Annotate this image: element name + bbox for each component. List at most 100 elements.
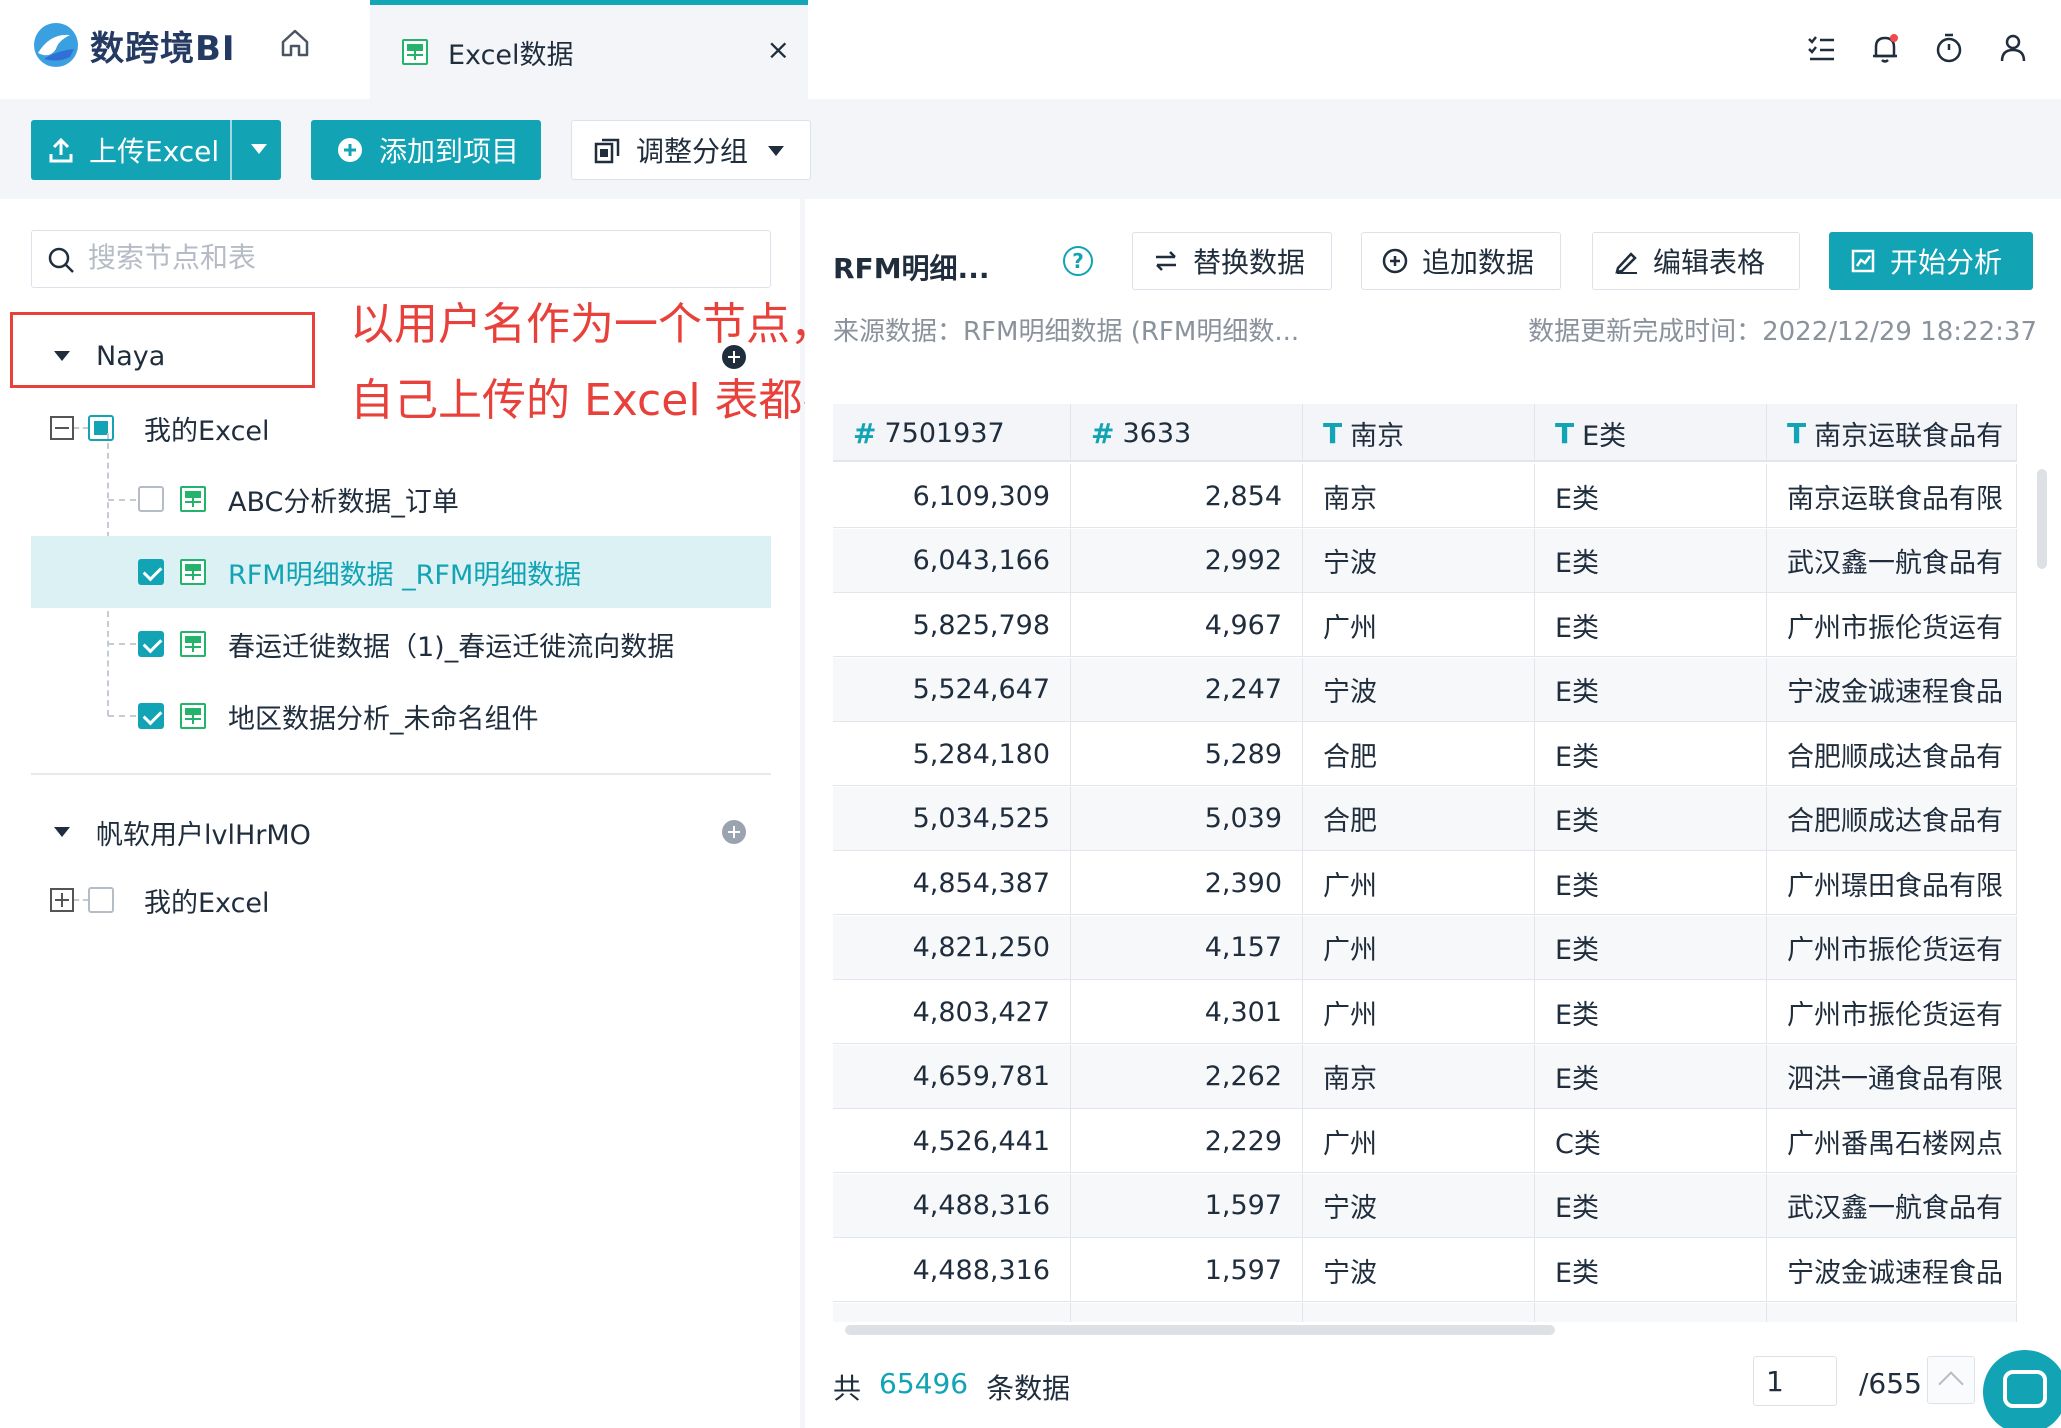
upload-icon bbox=[49, 137, 73, 163]
group-icon bbox=[594, 138, 620, 164]
upload-excel-button[interactable]: 上传Excel bbox=[31, 120, 281, 180]
search-box[interactable] bbox=[31, 230, 771, 288]
item-checkbox[interactable] bbox=[138, 559, 164, 585]
column-header[interactable]: T 南京 bbox=[1303, 404, 1535, 462]
page-up-button[interactable] bbox=[1927, 1356, 1975, 1404]
collapse-icon[interactable] bbox=[50, 416, 74, 440]
table-row[interactable]: 4,487,9933,330宁波E类宁波金诚速程食品 bbox=[833, 1302, 2017, 1322]
help-icon[interactable]: ? bbox=[1063, 246, 1093, 276]
text-type-icon: T bbox=[1555, 416, 1575, 450]
app-logo[interactable]: 数跨境BI bbox=[30, 16, 240, 74]
edit-table-button[interactable]: 编辑表格 bbox=[1592, 232, 1800, 290]
tree-item-spring[interactable]: 春运迁徙数据（1)_春运迁徙流向数据 bbox=[138, 609, 674, 679]
column-header[interactable]: #7501937 bbox=[833, 404, 1071, 462]
tree-item-abc[interactable]: ABC分析数据_订单 bbox=[138, 464, 459, 534]
add-node-icon[interactable] bbox=[722, 820, 746, 844]
table-cell: E类 bbox=[1535, 1238, 1767, 1302]
folder-checkbox[interactable] bbox=[88, 415, 114, 441]
tree-connector bbox=[108, 499, 136, 501]
count-value: 65496 bbox=[879, 1367, 969, 1400]
vertical-scrollbar[interactable] bbox=[2037, 469, 2047, 569]
item-label: 地区数据分析_未命名组件 bbox=[228, 703, 539, 735]
tab-excel-data[interactable]: Excel数据 × bbox=[370, 0, 808, 99]
table-row[interactable]: 6,109,309 2,854 南京 E类 南京运联食品有限 bbox=[833, 464, 2017, 528]
table-row[interactable]: 5,524,647 2,247 宁波 E类 宁波金诚速程食品 bbox=[833, 657, 2017, 722]
table-row[interactable]: 4,488,316 1,597 宁波 E类 武汉鑫一航食品有 bbox=[833, 1173, 2017, 1238]
column-label: 南京运联食品有 bbox=[1814, 420, 2004, 452]
table-cell: E类 bbox=[1535, 528, 1767, 593]
detail-panel: RFM明细... ? 替换数据 追加数据 编辑表格 开始分析 来源数据：RFM明… bbox=[805, 199, 2061, 1428]
table-cell: 4,488,316 bbox=[833, 1173, 1071, 1238]
table-row[interactable]: 4,821,250 4,157 广州 E类 广州市振伦货运有 bbox=[833, 915, 2017, 980]
tree-item-region[interactable]: 地区数据分析_未命名组件 bbox=[138, 681, 539, 751]
start-analysis-button[interactable]: 开始分析 bbox=[1829, 232, 2033, 290]
spreadsheet-icon bbox=[180, 559, 206, 585]
task-list-icon[interactable] bbox=[1803, 30, 1839, 66]
table-cell: 2,229 bbox=[1071, 1109, 1303, 1173]
tree-node-user2[interactable]: 帆软用户lvlHrMO bbox=[54, 797, 311, 867]
replace-data-button[interactable]: 替换数据 bbox=[1132, 232, 1332, 290]
item-checkbox[interactable] bbox=[138, 486, 164, 512]
tree-folder-my-excel[interactable]: 我的Excel bbox=[50, 393, 270, 463]
tree-item-rfm[interactable]: RFM明细数据 _RFM明细数据 bbox=[138, 537, 581, 607]
annotation-box bbox=[10, 312, 315, 388]
item-checkbox[interactable] bbox=[138, 703, 164, 729]
table-row[interactable]: 5,825,798 4,967 广州 E类 广州市振伦货运有 bbox=[833, 593, 2017, 657]
tree-folder-my-excel-2[interactable]: 我的Excel bbox=[50, 865, 270, 935]
table-cell: 广州 bbox=[1303, 593, 1535, 657]
column-label: E类 bbox=[1582, 420, 1627, 452]
folder-name: 我的Excel bbox=[144, 887, 270, 919]
item-checkbox[interactable] bbox=[138, 631, 164, 657]
table-cell: 广州番禺石楼网点 bbox=[1767, 1109, 2017, 1173]
user-icon[interactable] bbox=[1995, 30, 2031, 66]
horizontal-scrollbar[interactable] bbox=[845, 1325, 1555, 1335]
close-icon[interactable]: × bbox=[767, 33, 790, 66]
swap-icon bbox=[1156, 251, 1176, 271]
column-header[interactable]: T 南京运联食品有 bbox=[1767, 404, 2017, 462]
add-to-project-button[interactable]: 添加到项目 bbox=[311, 120, 541, 180]
table-cell: E类 bbox=[1535, 786, 1767, 851]
table-row[interactable]: 5,034,525 5,039 合肥 E类 合肥顺成达食品有 bbox=[833, 786, 2017, 851]
table-cell: 南京运联食品有限 bbox=[1767, 464, 2017, 528]
edit-icon bbox=[1615, 252, 1637, 274]
chat-support-button[interactable] bbox=[1983, 1350, 2061, 1428]
expand-icon[interactable] bbox=[50, 888, 74, 912]
bell-icon[interactable] bbox=[1867, 30, 1903, 66]
number-type-icon: # bbox=[853, 416, 877, 450]
column-header[interactable]: #3633 bbox=[1071, 404, 1303, 462]
folder-checkbox[interactable] bbox=[88, 887, 114, 913]
group-label: 调整分组 bbox=[636, 135, 749, 168]
table-row[interactable]: 4,659,781 2,262 南京 E类 泗洪一通食品有限 bbox=[833, 1044, 2017, 1109]
add-label: 添加到项目 bbox=[379, 135, 520, 168]
table-cell: 宁波 bbox=[1303, 657, 1535, 722]
table-row[interactable]: 4,854,387 2,390 广州 E类 广州璟田食品有限 bbox=[833, 851, 2017, 915]
home-icon[interactable] bbox=[278, 26, 312, 60]
table-cell: 武汉鑫一航食品有 bbox=[1767, 1173, 2017, 1238]
count-prefix: 共 bbox=[833, 1372, 862, 1405]
node-name: 帆软用户lvlHrMO bbox=[96, 819, 311, 851]
stopwatch-icon[interactable] bbox=[1931, 30, 1967, 66]
replace-label: 替换数据 bbox=[1193, 246, 1306, 279]
table-cell: E类 bbox=[1535, 915, 1767, 980]
adjust-group-button[interactable]: 调整分组 bbox=[571, 120, 811, 180]
search-input[interactable] bbox=[88, 241, 748, 274]
table-row[interactable]: 4,803,427 4,301 广州 E类 广州市振伦货运有 bbox=[833, 980, 2017, 1044]
table-cell: 泗洪一通食品有限 bbox=[1767, 1044, 2017, 1109]
table-row[interactable]: 4,526,441 2,229 广州 C类 广州番禺石楼网点 bbox=[833, 1109, 2017, 1173]
table-cell: 5,825,798 bbox=[833, 593, 1071, 657]
table-row[interactable]: 5,284,180 5,289 合肥 E类 合肥顺成达食品有 bbox=[833, 722, 2017, 786]
table-cell: 合肥 bbox=[1303, 786, 1535, 851]
page-number-input[interactable] bbox=[1753, 1356, 1837, 1406]
table-row[interactable]: 4,488,316 1,597 宁波 E类 宁波金诚速程食品 bbox=[833, 1238, 2017, 1302]
chevron-down-icon[interactable] bbox=[251, 144, 267, 154]
table-cell: 4,659,781 bbox=[833, 1044, 1071, 1109]
table-cell: 4,821,250 bbox=[833, 915, 1071, 980]
column-header[interactable]: T E类 bbox=[1535, 404, 1767, 462]
table-row[interactable]: 6,043,166 2,992 宁波 E类 武汉鑫一航食品有 bbox=[833, 528, 2017, 593]
spreadsheet-icon bbox=[402, 39, 428, 65]
chart-icon bbox=[1851, 249, 1875, 273]
caret-down-icon[interactable] bbox=[54, 827, 70, 837]
table-cell: 2,247 bbox=[1071, 657, 1303, 722]
table-cell: 4,488,316 bbox=[833, 1238, 1071, 1302]
append-data-button[interactable]: 追加数据 bbox=[1361, 232, 1561, 290]
